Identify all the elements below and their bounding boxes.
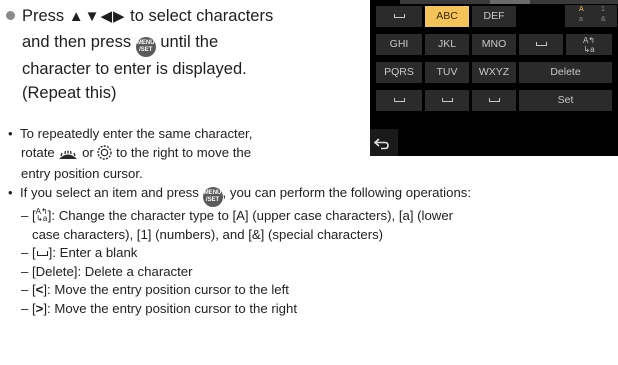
key-cursor-mid[interactable]	[425, 90, 469, 111]
note-repeat-entry: • To repeatedly enter the same character,…	[8, 126, 253, 181]
step-line-1: Press ▲▼◀▶ to select characters	[6, 4, 336, 30]
key-space-2[interactable]	[519, 34, 563, 55]
bullet-icon	[6, 11, 15, 20]
key-jkl[interactable]: JKL	[425, 34, 469, 55]
key-tuv[interactable]: TUV	[425, 62, 469, 83]
operation-item: – [>]: Move the entry position cursor to…	[21, 300, 297, 316]
key-case-toggle[interactable]: A↰ ↳a	[566, 34, 612, 55]
menu-set-icon: MENU/SET	[202, 187, 223, 207]
menu-set-icon: MENU/SET	[135, 36, 156, 57]
rear-dial-icon	[58, 147, 78, 166]
bullet-icon: •	[8, 185, 13, 200]
step-line-3: character to enter is displayed.	[22, 59, 247, 78]
operation-item: – [<]: Move the entry position cursor to…	[21, 282, 289, 297]
back-icon	[373, 137, 390, 155]
operation-item: – [Delete]: Delete a character	[21, 263, 193, 279]
key-delete[interactable]: Delete	[519, 62, 612, 83]
space-icon	[393, 98, 405, 102]
camera-keyboard-screen: ABC DEF A 1 a & GHI JKL MNO A↰ ↳a PQRS TU…	[370, 0, 618, 156]
case-toggle-icon: A↰ ↳a	[35, 207, 48, 223]
space-icon	[441, 98, 453, 102]
step-line-2: and then press MENU/SET until the	[6, 30, 336, 57]
key-space[interactable]	[376, 6, 422, 27]
operation-item: – [A↰ ↳a]: Change the character type to […	[21, 207, 454, 224]
step-instructions: Press ▲▼◀▶ to select characters and then…	[6, 4, 336, 106]
key-ghi[interactable]: GHI	[376, 34, 422, 55]
case-toggle-icon: A↰ ↳a	[582, 36, 596, 54]
space-icon	[36, 251, 48, 256]
key-cursor-left[interactable]	[376, 90, 422, 111]
step-line-4: (Repeat this)	[22, 84, 117, 102]
key-def[interactable]: DEF	[472, 6, 516, 27]
space-icon	[535, 42, 547, 46]
key-mno[interactable]: MNO	[472, 34, 516, 55]
key-set[interactable]: Set	[519, 90, 612, 111]
entry-field	[400, 0, 618, 4]
cursor-arrows-icon: ▲▼◀▶	[68, 8, 126, 25]
case-indicator: A 1 a &	[565, 5, 617, 27]
key-abc[interactable]: ABC	[425, 6, 469, 27]
control-dial-icon	[97, 144, 113, 166]
key-cursor-right[interactable]	[472, 90, 516, 111]
operation-item: – []: Enter a blank	[21, 245, 138, 260]
key-pqrs[interactable]: PQRS	[376, 62, 422, 83]
key-wxyz[interactable]: WXYZ	[472, 62, 516, 83]
bullet-icon: •	[8, 126, 13, 141]
space-icon	[488, 98, 500, 102]
note-operations: • If you select an item and press MENU/SE…	[8, 184, 614, 318]
space-icon	[393, 14, 405, 18]
